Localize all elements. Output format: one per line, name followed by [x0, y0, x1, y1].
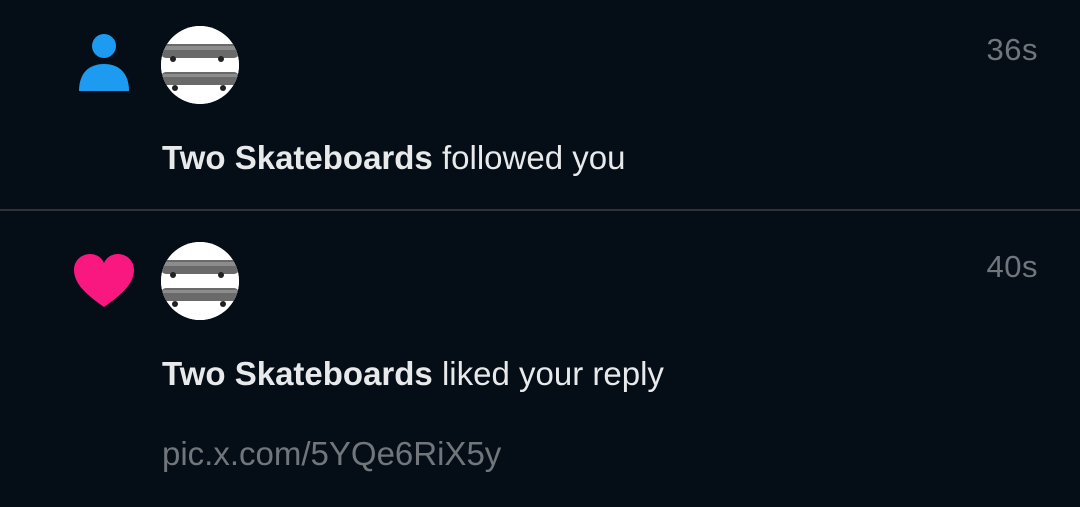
action-text: liked your reply [441, 355, 664, 392]
reply-media-link[interactable]: pic.x.com/5YQe6RiX5y [162, 434, 501, 474]
avatar[interactable] [161, 26, 239, 104]
action-text: followed you [441, 139, 626, 176]
actor-name[interactable]: Two Skateboards [162, 355, 433, 392]
skateboards-avatar-image [161, 242, 239, 320]
notification-item-follow[interactable]: 36s Two Skateboards followed you [0, 0, 1080, 211]
person-icon [78, 33, 130, 91]
notification-item-like[interactable]: 40s Two Skateboards liked your reply pic… [0, 213, 1080, 507]
timestamp: 40s [986, 249, 1038, 284]
actor-name[interactable]: Two Skateboards [162, 139, 433, 176]
notification-text: Two Skateboards liked your reply [162, 354, 664, 394]
skateboards-avatar-image [161, 26, 239, 104]
timestamp: 36s [986, 32, 1038, 67]
heart-icon [73, 253, 135, 309]
notification-text: Two Skateboards followed you [162, 138, 625, 178]
avatar[interactable] [161, 242, 239, 320]
